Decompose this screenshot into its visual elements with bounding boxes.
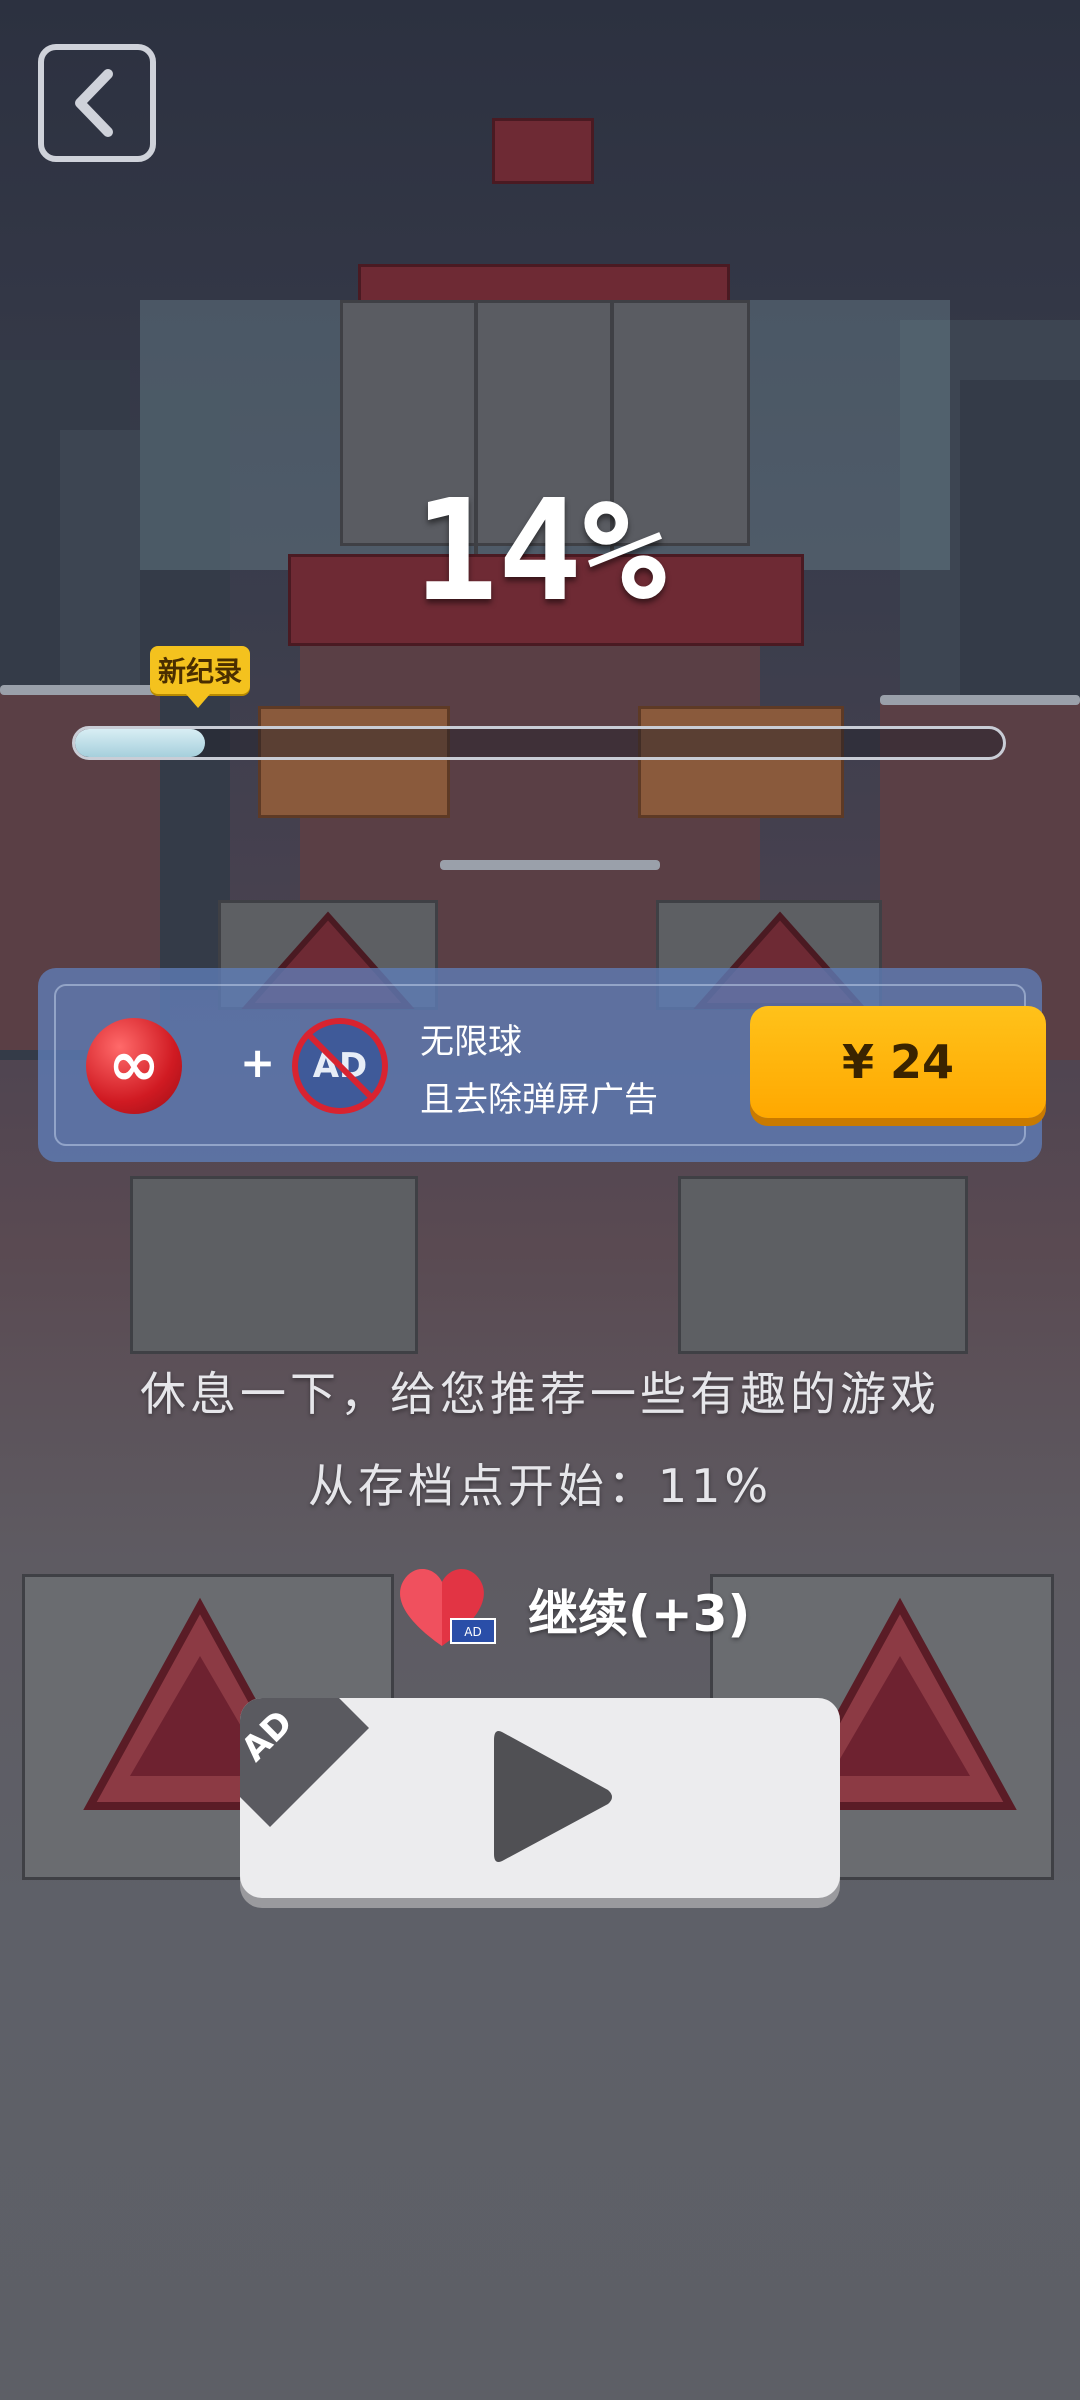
continue-label: 继续(+3) <box>528 1585 751 1643</box>
snow-ledge <box>880 695 1080 705</box>
promo-title: 无限球 <box>420 1022 522 1062</box>
board-tile <box>678 1176 968 1354</box>
board-tile <box>130 1176 418 1354</box>
checkpoint-message: 从存档点开始：11% <box>307 1459 773 1513</box>
board-tile <box>258 706 450 818</box>
back-button[interactable] <box>38 44 156 162</box>
video-ad-icon: AD <box>450 1618 496 1644</box>
promo-subtitle: 且去除弹屏广告 <box>420 1080 658 1120</box>
new-record-badge: 新纪录 <box>150 646 251 708</box>
no-ads-icon: AD <box>292 1018 388 1114</box>
watch-ad-continue-button[interactable]: AD <box>240 1698 840 1898</box>
progress-bar-fill <box>75 729 205 757</box>
plus-sign: + <box>240 1038 276 1087</box>
chevron-left-icon <box>75 69 113 137</box>
promo-banner[interactable]: ∞ + AD 无限球 且去除弹屏广告 ¥ 24 <box>38 968 1046 1162</box>
snow-ledge <box>0 685 160 695</box>
buy-button[interactable]: ¥ 24 <box>750 1006 1046 1118</box>
infinite-balls-icon: ∞ <box>86 1018 182 1114</box>
board-tile <box>492 118 594 184</box>
board-tile <box>358 264 730 304</box>
rest-message: 休息一下，给您推荐一些有趣的游戏 <box>140 1367 940 1421</box>
board-tile <box>638 706 844 818</box>
progress-bar <box>72 726 1006 760</box>
snow-ledge <box>440 860 660 870</box>
progress-percentage: 14% <box>413 470 667 633</box>
play-icon <box>494 1731 612 1862</box>
